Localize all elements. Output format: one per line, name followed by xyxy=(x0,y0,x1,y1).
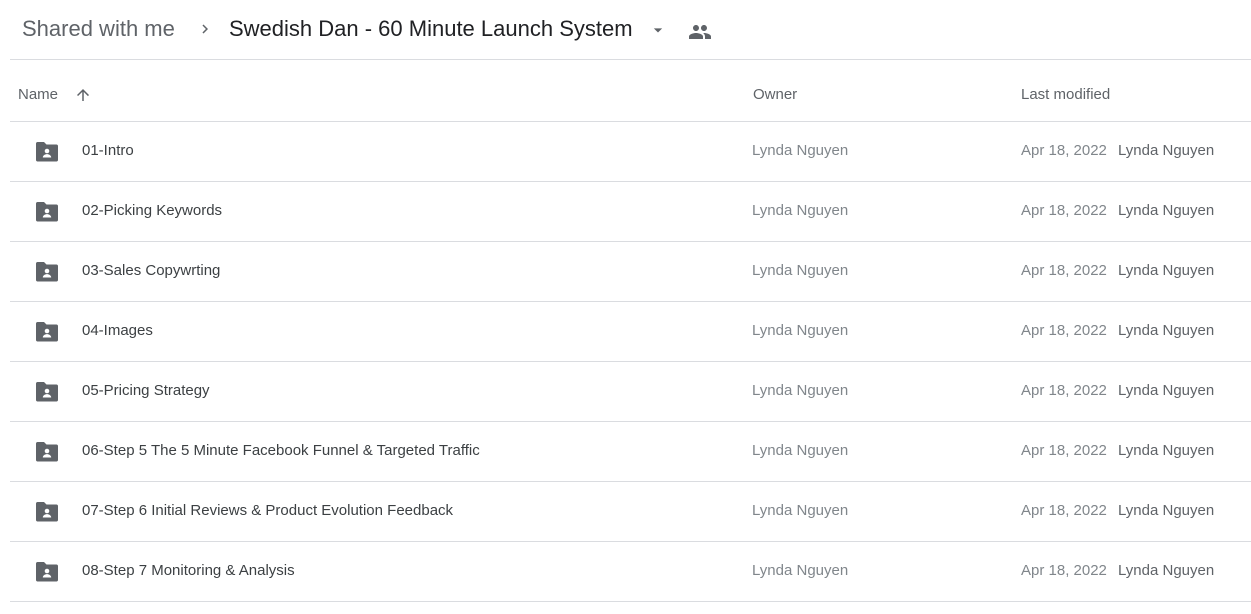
shared-folder-icon xyxy=(36,442,58,462)
column-header-owner[interactable]: Owner xyxy=(753,86,797,103)
column-header-row: Name Owner Last modified xyxy=(10,60,1251,122)
file-row[interactable]: 08-Step 7 Monitoring & Analysis Lynda Ng… xyxy=(10,542,1251,602)
file-name[interactable]: 03-Sales Copywrting xyxy=(82,262,220,279)
breadcrumb-current-folder[interactable]: Swedish Dan - 60 Minute Launch System xyxy=(229,14,633,44)
modified-by: Lynda Nguyen xyxy=(1118,562,1215,579)
file-name[interactable]: 06-Step 5 The 5 Minute Facebook Funnel &… xyxy=(82,442,480,459)
owner-name: Lynda Nguyen xyxy=(752,202,849,219)
file-name[interactable]: 08-Step 7 Monitoring & Analysis xyxy=(82,562,295,579)
modified-date: Apr 18, 2022 xyxy=(1021,502,1107,519)
file-name[interactable]: 04-Images xyxy=(82,322,153,339)
shared-folder-icon xyxy=(36,382,58,402)
shared-folder-icon xyxy=(36,202,58,222)
owner-name: Lynda Nguyen xyxy=(752,382,849,399)
owner-name: Lynda Nguyen xyxy=(752,142,849,159)
file-row[interactable]: 06-Step 5 The 5 Minute Facebook Funnel &… xyxy=(10,422,1251,482)
modified-date: Apr 18, 2022 xyxy=(1021,382,1107,399)
file-row[interactable]: 03-Sales Copywrting Lynda Nguyen Apr 18,… xyxy=(10,242,1251,302)
owner-name: Lynda Nguyen xyxy=(752,562,849,579)
owner-name: Lynda Nguyen xyxy=(752,442,849,459)
file-name[interactable]: 01-Intro xyxy=(82,142,134,159)
modified-date: Apr 18, 2022 xyxy=(1021,202,1107,219)
modified-date: Apr 18, 2022 xyxy=(1021,322,1107,339)
modified-by: Lynda Nguyen xyxy=(1118,262,1215,279)
people-icon[interactable] xyxy=(688,20,712,44)
owner-name: Lynda Nguyen xyxy=(752,262,849,279)
shared-folder-icon xyxy=(36,562,58,582)
file-row[interactable]: 07-Step 6 Initial Reviews & Product Evol… xyxy=(10,482,1251,542)
shared-folder-icon xyxy=(36,142,58,162)
owner-name: Lynda Nguyen xyxy=(752,322,849,339)
modified-by: Lynda Nguyen xyxy=(1118,502,1215,519)
column-header-last-modified[interactable]: Last modified xyxy=(1021,86,1110,103)
modified-by: Lynda Nguyen xyxy=(1118,442,1215,459)
modified-date: Apr 18, 2022 xyxy=(1021,562,1107,579)
modified-by: Lynda Nguyen xyxy=(1118,202,1215,219)
modified-by: Lynda Nguyen xyxy=(1118,382,1215,399)
modified-date: Apr 18, 2022 xyxy=(1021,262,1107,279)
file-row[interactable]: 02-Picking Keywords Lynda Nguyen Apr 18,… xyxy=(10,182,1251,242)
column-header-name[interactable]: Name xyxy=(18,86,58,103)
arrow-up-icon[interactable] xyxy=(74,86,92,104)
shared-folder-icon xyxy=(36,262,58,282)
modified-by: Lynda Nguyen xyxy=(1118,142,1215,159)
file-name[interactable]: 05-Pricing Strategy xyxy=(82,382,210,399)
caret-down-icon[interactable] xyxy=(648,20,668,40)
shared-folder-icon xyxy=(36,322,58,342)
file-row[interactable]: 01-Intro Lynda Nguyen Apr 18, 2022 Lynda… xyxy=(10,122,1251,182)
file-name[interactable]: 02-Picking Keywords xyxy=(82,202,222,219)
modified-by: Lynda Nguyen xyxy=(1118,322,1215,339)
file-row[interactable]: 04-Images Lynda Nguyen Apr 18, 2022 Lynd… xyxy=(10,302,1251,362)
file-list: 01-Intro Lynda Nguyen Apr 18, 2022 Lynda… xyxy=(10,122,1251,602)
modified-date: Apr 18, 2022 xyxy=(1021,142,1107,159)
owner-name: Lynda Nguyen xyxy=(752,502,849,519)
chevron-right-icon xyxy=(202,24,208,34)
breadcrumb-shared-with-me[interactable]: Shared with me xyxy=(22,14,175,44)
shared-folder-icon xyxy=(36,502,58,522)
file-name[interactable]: 07-Step 6 Initial Reviews & Product Evol… xyxy=(82,502,453,519)
modified-date: Apr 18, 2022 xyxy=(1021,442,1107,459)
file-row[interactable]: 05-Pricing Strategy Lynda Nguyen Apr 18,… xyxy=(10,362,1251,422)
breadcrumb: Shared with me Swedish Dan - 60 Minute L… xyxy=(0,0,1251,59)
